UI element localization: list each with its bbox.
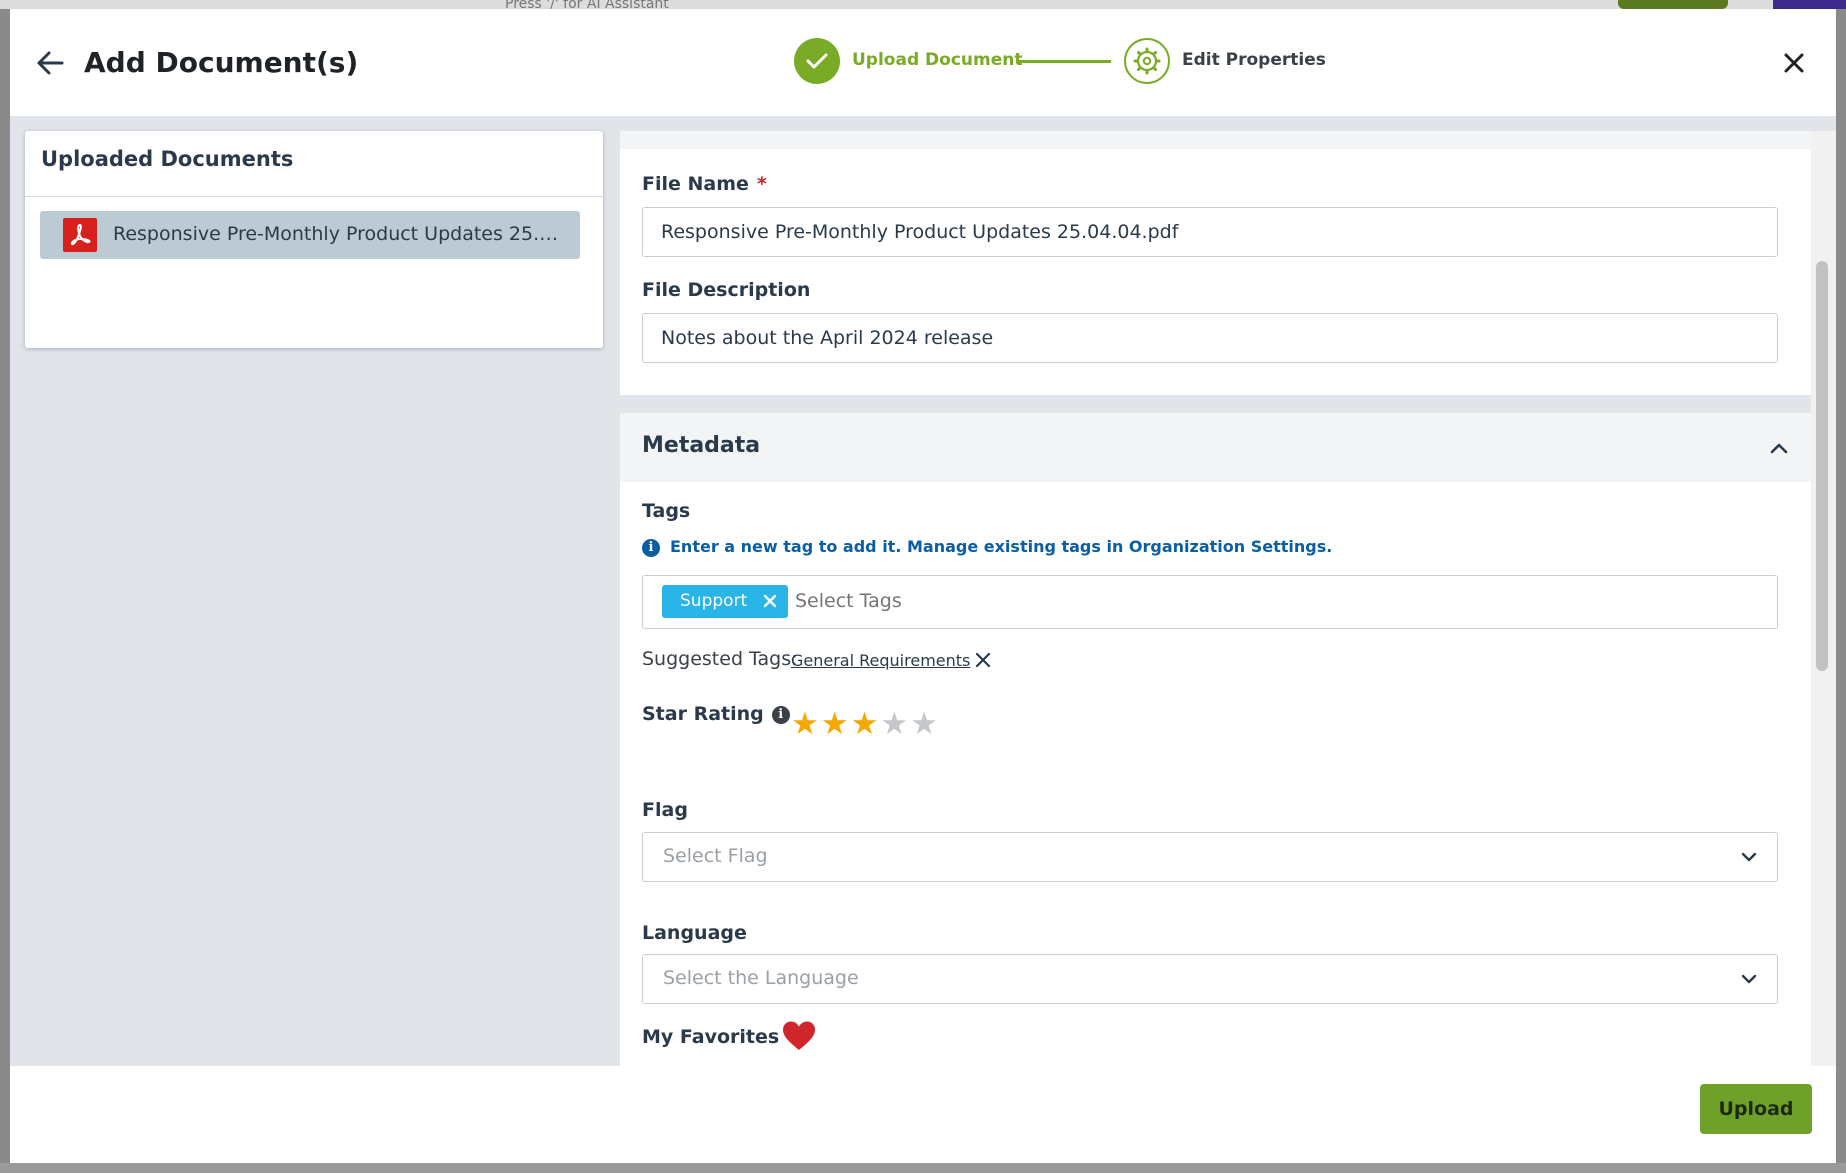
metadata-title: Metadata	[642, 433, 761, 458]
tags-select[interactable]: Support	[642, 575, 1778, 629]
modal-body: Uploaded Documents Responsive Pre-Monthl…	[10, 116, 1836, 1066]
background-app-bar	[0, 0, 1846, 9]
tag-chip-support: Support	[662, 585, 788, 618]
check-icon	[806, 53, 828, 69]
background-ai-badge	[1773, 0, 1846, 9]
chevron-down-icon	[1741, 852, 1757, 862]
uploaded-documents-panel: Uploaded Documents Responsive Pre-Monthl…	[25, 131, 603, 348]
step-upload-indicator	[794, 38, 840, 84]
suggested-tag-general-requirements[interactable]: General Requirements	[791, 651, 970, 670]
chevron-down-icon	[1741, 974, 1757, 984]
metadata-section: Metadata Tags i Enter a new tag to add it…	[620, 413, 1811, 1066]
modal-header: Add Document(s) Upload Document Edit Pro…	[10, 9, 1836, 117]
language-select[interactable]: Select the Language	[642, 954, 1778, 1004]
background-footer	[0, 1163, 1846, 1173]
uploaded-document-name: Responsive Pre-Monthly Product Updates 2…	[113, 223, 563, 245]
tags-input[interactable]	[793, 589, 1597, 613]
dismiss-suggestion-icon[interactable]	[974, 651, 992, 669]
back-button[interactable]	[32, 45, 68, 81]
uploaded-document-item[interactable]: Responsive Pre-Monthly Product Updates 2…	[40, 211, 580, 259]
step-edit-label: Edit Properties	[1182, 50, 1326, 70]
pdf-icon	[63, 218, 97, 252]
divider	[25, 196, 603, 197]
language-label: Language	[642, 922, 747, 944]
info-icon: i	[642, 538, 660, 557]
language-placeholder: Select the Language	[663, 967, 859, 989]
required-indicator: *	[756, 173, 767, 195]
tags-info-text: Enter a new tag to add it. Manage existi…	[670, 537, 1333, 556]
file-description-label: File Description	[642, 279, 811, 301]
page-title: Add Document(s)	[84, 46, 359, 79]
close-button[interactable]	[1780, 49, 1808, 77]
tag-chip-label: Support	[680, 591, 748, 611]
star-rating-info-icon[interactable]: i	[771, 705, 790, 724]
add-documents-modal: Add Document(s) Upload Document Edit Pro…	[10, 9, 1836, 1163]
file-fields-card: File Name * Responsive Pre-Monthly Produc…	[620, 131, 1811, 395]
background-new-button	[1618, 0, 1728, 9]
arrow-left-icon	[37, 51, 64, 75]
file-description-input[interactable]: Notes about the April 2024 release	[642, 313, 1778, 363]
close-icon	[1784, 53, 1804, 73]
star-rating: ★★★★★	[791, 709, 940, 740]
star-icon-5[interactable]: ★	[910, 709, 938, 740]
scrollbar-thumb[interactable]	[1816, 261, 1828, 671]
tags-label: Tags	[642, 500, 691, 522]
flag-select[interactable]: Select Flag	[642, 832, 1778, 882]
flag-label: Flag	[642, 799, 688, 821]
tags-info-message: i Enter a new tag to add it. Manage exist…	[642, 537, 1332, 557]
star-icon-4[interactable]: ★	[880, 709, 908, 740]
suggested-tags-label: Suggested Tags:	[642, 648, 798, 670]
star-icon-2[interactable]: ★	[821, 709, 849, 740]
properties-panel: File Name * Responsive Pre-Monthly Produc…	[620, 131, 1811, 1066]
star-icon-1[interactable]: ★	[791, 709, 819, 740]
chevron-up-icon	[1770, 443, 1788, 454]
file-name-label: File Name *	[642, 173, 767, 195]
flag-placeholder: Select Flag	[663, 845, 768, 867]
star-icon-3[interactable]: ★	[851, 709, 879, 740]
my-favorites-label: My Favorites	[642, 1026, 780, 1048]
gear-icon	[1133, 47, 1161, 75]
file-name-input[interactable]: Responsive Pre-Monthly Product Updates 2…	[642, 207, 1778, 257]
upload-button[interactable]: Upload	[1700, 1084, 1812, 1134]
uploaded-documents-title: Uploaded Documents	[41, 147, 294, 171]
modal-footer: Upload	[10, 1066, 1836, 1163]
star-rating-label: Star Rating i	[642, 703, 790, 725]
heart-icon[interactable]	[782, 1020, 816, 1052]
background-search-hint: Press '/' for AI Assistant	[505, 0, 669, 9]
step-upload-label: Upload Document	[852, 50, 1023, 70]
remove-tag-icon[interactable]	[760, 591, 780, 611]
step-connector	[1016, 60, 1111, 63]
metadata-header-toggle[interactable]: Metadata	[620, 413, 1811, 482]
step-edit-indicator	[1124, 38, 1170, 84]
